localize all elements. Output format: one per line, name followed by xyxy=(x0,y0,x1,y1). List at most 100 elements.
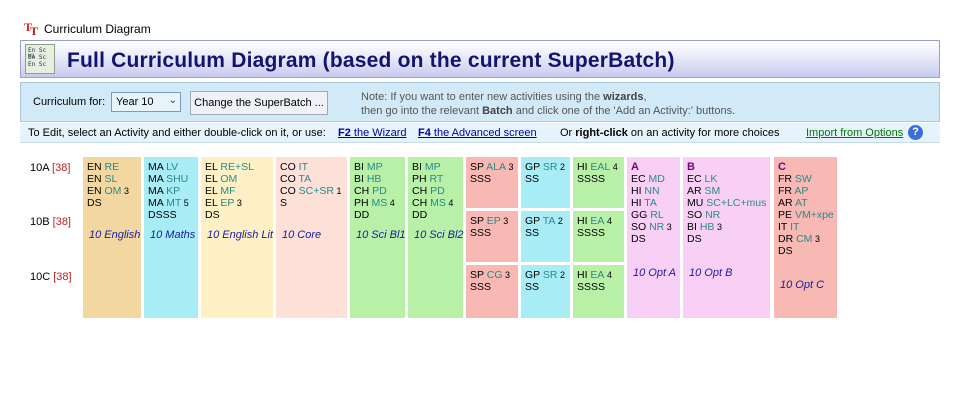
activity-line[interactable]: FR SW xyxy=(778,173,834,185)
edit-hint-text: To Edit, select an Activity and either d… xyxy=(28,127,326,139)
block-caption: 10 Core xyxy=(282,229,322,241)
block-sci-bl1[interactable]: BI MP BI HB CH PD PH MS 4 DD 10 Sci Bl1 xyxy=(350,157,406,318)
block-hi-10c[interactable]: HI EA 4 SSSS xyxy=(573,265,624,318)
activity-line[interactable]: HI EAL 4 xyxy=(577,161,618,173)
activity-lines: C FR SW FR AP AR AT PE VM+xpe IT IT DR CM 3 DS xyxy=(778,161,834,257)
activity-line[interactable]: MU SC+LC+mus xyxy=(687,197,766,209)
activity-line[interactable]: HI EA 4 xyxy=(577,269,612,281)
activity-line[interactable]: MA KP xyxy=(148,185,189,197)
activity-lines: EN RE EN SL EN OM 3 DS xyxy=(87,161,129,209)
activity-line[interactable]: CO SC+SR 1 xyxy=(280,185,342,197)
activity-line[interactable]: CH PD xyxy=(412,185,453,197)
activity-lines: GP SR 2 SS xyxy=(525,269,565,293)
activity-line[interactable]: MA LV xyxy=(148,161,189,173)
activity-line[interactable]: EL RE+SL xyxy=(205,161,254,173)
activity-line[interactable]: HI NN xyxy=(631,185,672,197)
chevron-down-icon[interactable]: ⌄ xyxy=(169,95,177,106)
right-click-hint: Or right-click on an activity for more c… xyxy=(560,127,780,139)
activity-line[interactable]: AR AT xyxy=(778,197,834,209)
block-english[interactable]: EN RE EN SL EN OM 3 DS 10 English xyxy=(83,157,141,318)
activity-line[interactable]: BI MP xyxy=(412,161,453,173)
row-label-10a: 10A [38] xyxy=(30,162,71,174)
activity-line[interactable]: BI MP xyxy=(354,161,395,173)
activity-line[interactable]: CO IT xyxy=(280,161,342,173)
block-maths[interactable]: MA LV MA SHU MA KP MA MT 5 DSSS 10 Maths xyxy=(144,157,198,318)
activity-lines: GP TA 2 SS xyxy=(525,215,563,239)
edit-hint-bar: To Edit, select an Activity and either d… xyxy=(20,123,940,143)
wizard-link[interactable]: F2 the Wizard xyxy=(338,127,406,139)
block-opt-c[interactable]: C FR SW FR AP AR AT PE VM+xpe IT IT DR CM 3 DS 1… xyxy=(774,157,837,318)
activity-line[interactable]: SO NR 3 xyxy=(631,221,672,233)
period-pattern: SSSS xyxy=(577,281,606,293)
block-opt-a[interactable]: A EC MD HI NN HI TA GG RL SO NR 3 DS 10 Opt A xyxy=(627,157,680,318)
activity-line[interactable]: SP CG 3 xyxy=(470,269,510,281)
block-english-lit[interactable]: EL RE+SL EL OM EL MF EL EP 3 DS 10 English Li… xyxy=(201,157,273,318)
activity-lines: EL RE+SL EL OM EL MF EL EP 3 DS xyxy=(205,161,254,221)
block-caption: 10 Opt A xyxy=(633,267,677,279)
activity-line[interactable]: SP EP 3 xyxy=(470,215,508,227)
block-gp-10b[interactable]: GP TA 2 SS xyxy=(521,211,570,262)
activity-line[interactable]: EL MF xyxy=(205,185,254,197)
activity-line[interactable]: SP ALA 3 xyxy=(470,161,514,173)
block-hi-10a[interactable]: HI EAL 4 SSSS xyxy=(573,157,624,208)
block-sp-10a[interactable]: SP ALA 3 SSS xyxy=(466,157,518,208)
period-pattern: SS xyxy=(525,227,540,239)
activity-line[interactable]: GP SR 2 xyxy=(525,269,565,281)
block-core[interactable]: CO IT CO TA CO SC+SR 1 S 10 Core xyxy=(276,157,347,318)
import-from-options-link[interactable]: Import from Options xyxy=(806,127,903,139)
activity-line[interactable]: EN OM 3 xyxy=(87,185,129,197)
block-hi-10b[interactable]: HI EA 4 SSSS xyxy=(573,211,624,262)
activity-lines: HI EAL 4 SSSS xyxy=(577,161,618,185)
activity-line[interactable]: EN RE xyxy=(87,161,129,173)
page-title: Full Curriculum Diagram (based on the cu… xyxy=(67,49,675,72)
activity-line[interactable]: EL EP 3 xyxy=(205,197,254,209)
curriculum-grid-icon: En Sc Hi En Sc En Sc xyxy=(25,44,55,74)
activity-lines: SP ALA 3 SSS xyxy=(470,161,514,185)
activity-line[interactable]: MA MT 5 xyxy=(148,197,189,209)
period-pattern: DS xyxy=(631,233,646,245)
block-caption: 10 Opt C xyxy=(780,279,825,291)
activity-line[interactable]: CO TA xyxy=(280,173,342,185)
note-line-1: Note: If you want to enter new activitie… xyxy=(361,91,647,103)
activity-line[interactable]: BI HB xyxy=(354,173,395,185)
block-caption: 10 Sci Bl1 xyxy=(356,229,406,241)
block-gp-10c[interactable]: GP SR 2 SS xyxy=(521,265,570,318)
activity-line[interactable]: PE VM+xpe xyxy=(778,209,834,221)
activity-line[interactable]: SO NR xyxy=(687,209,766,221)
block-gp-10a[interactable]: GP SR 2 SS xyxy=(521,157,570,208)
block-caption: 10 English Lit xyxy=(207,229,274,241)
activity-line[interactable]: EN SL xyxy=(87,173,129,185)
year-select[interactable]: Year 10 ⌄ xyxy=(111,92,181,112)
activity-line[interactable]: EC LK xyxy=(687,173,766,185)
activity-line[interactable]: GG RL xyxy=(631,209,672,221)
help-icon[interactable]: ? xyxy=(908,125,923,140)
period-pattern: SS xyxy=(525,281,540,293)
activity-line[interactable]: PH MS 4 xyxy=(354,197,395,209)
activity-lines: HI EA 4 SSSS xyxy=(577,215,612,239)
activity-line[interactable]: CH PD xyxy=(354,185,395,197)
advanced-screen-link[interactable]: F4 the Advanced screen xyxy=(418,127,537,139)
block-sci-bl2[interactable]: BI MP PH RT CH PD CH MS 4 DD 10 Sci Bl2 xyxy=(408,157,464,318)
activity-line[interactable]: AR SM xyxy=(687,185,766,197)
activity-line[interactable]: HI EA 4 xyxy=(577,215,612,227)
option-title: A xyxy=(631,161,639,173)
block-sp-10b[interactable]: SP EP 3 SSS xyxy=(466,211,518,262)
activity-line[interactable]: PH RT xyxy=(412,173,453,185)
activity-line[interactable]: MA SHU xyxy=(148,173,189,185)
period-pattern: SS xyxy=(525,173,540,185)
activity-line[interactable]: IT IT xyxy=(778,221,834,233)
block-opt-b[interactable]: B EC LK AR SM MU SC+LC+mus SO NR BI HB 3 DS 10 … xyxy=(683,157,770,318)
activity-line[interactable]: DR CM 3 xyxy=(778,233,834,245)
wizard-note: Note: If you want to enter new activitie… xyxy=(361,90,901,118)
change-superbatch-button[interactable]: Change the SuperBatch ... xyxy=(190,91,328,115)
block-sp-10c[interactable]: SP CG 3 SSS xyxy=(466,265,518,318)
activity-line[interactable]: GP TA 2 xyxy=(525,215,563,227)
activity-line[interactable]: EL OM xyxy=(205,173,254,185)
activity-line[interactable]: HI TA xyxy=(631,197,672,209)
activity-line[interactable]: CH MS 4 xyxy=(412,197,453,209)
activity-line[interactable]: GP SR 2 xyxy=(525,161,565,173)
activity-line[interactable]: BI HB 3 xyxy=(687,221,766,233)
activity-line[interactable]: EC MD xyxy=(631,173,672,185)
activity-lines: SP CG 3 SSS xyxy=(470,269,510,293)
activity-line[interactable]: FR AP xyxy=(778,185,834,197)
